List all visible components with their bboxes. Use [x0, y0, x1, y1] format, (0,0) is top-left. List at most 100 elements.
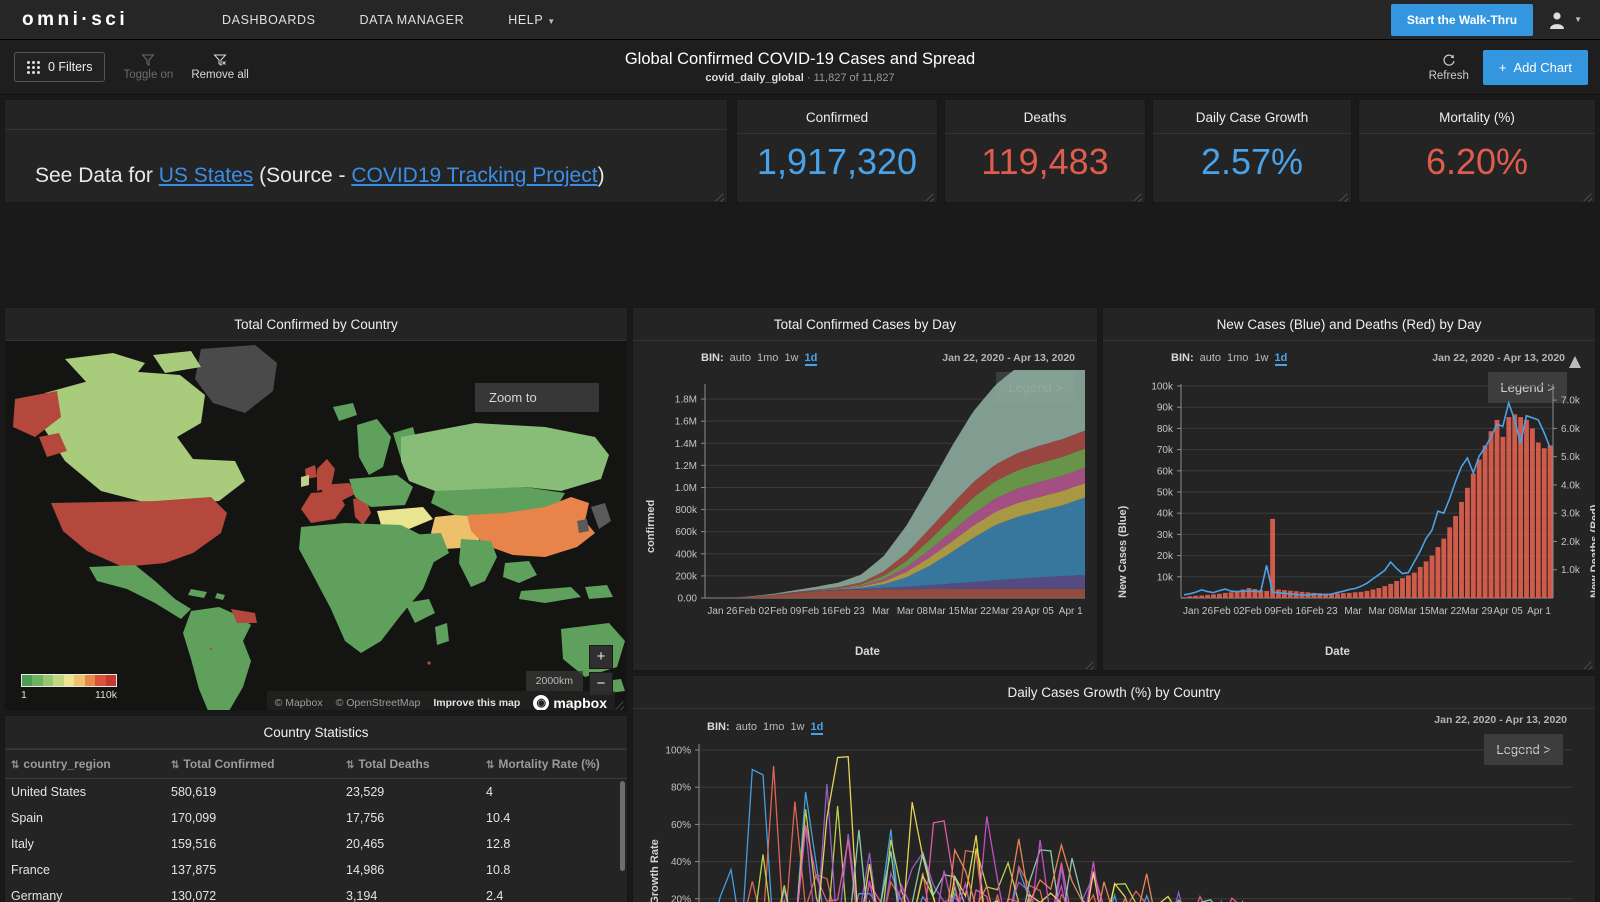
bin-1mo[interactable]: 1mo — [1227, 352, 1248, 364]
resize-handle[interactable] — [1581, 657, 1593, 669]
svg-text:70k: 70k — [1157, 445, 1174, 456]
chart3-date-range: Jan 22, 2020 - Apr 13, 2020 — [1434, 714, 1567, 726]
col-total-confirmed[interactable]: ⇅ Total Confirmed — [165, 749, 340, 779]
chart2-slider-handle-icon[interactable] — [1569, 356, 1581, 368]
svg-text:600k: 600k — [675, 527, 698, 538]
nav-help-label: HELP — [508, 12, 544, 27]
nav-dashboards[interactable]: DASHBOARDS — [200, 13, 338, 27]
bin-auto[interactable]: auto — [730, 352, 751, 364]
toggle-filters-button[interactable]: Toggle on — [123, 53, 173, 81]
kpi-value: 2.57% — [1200, 141, 1304, 182]
col-mortality-rate[interactable]: ⇅ Mortality Rate (%) — [480, 749, 627, 779]
chart3-y-axis-label: Daily Growth Rate — [649, 839, 661, 902]
map-scale-bar: 2000km — [525, 671, 583, 691]
dashboard-toolbar-right: Refresh + Add Chart — [1429, 49, 1588, 85]
bin-auto[interactable]: auto — [1200, 352, 1221, 364]
svg-text:200k: 200k — [675, 571, 698, 582]
svg-text:30k: 30k — [1157, 530, 1174, 541]
svg-text:Feb 23: Feb 23 — [834, 606, 866, 617]
remove-all-label: Remove all — [191, 69, 249, 81]
table-scroll-area[interactable]: United States 580,619 23,529 4 Spain 170,099 1… — [5, 779, 627, 902]
map-zoom-in-button[interactable]: + — [589, 645, 613, 669]
chart1-title: Total Confirmed Cases by Day — [633, 308, 1097, 341]
svg-text:Feb 09: Feb 09 — [770, 606, 802, 617]
table-cell: Spain — [11, 811, 43, 825]
bin-1w[interactable]: 1w — [1254, 352, 1268, 364]
svg-text:50k: 50k — [1157, 488, 1174, 499]
bin-1mo[interactable]: 1mo — [763, 721, 784, 733]
chevron-down-icon: ▼ — [1574, 15, 1582, 24]
bin-label: BIN: — [707, 721, 730, 733]
filters-label: 0 Filters — [48, 60, 93, 74]
svg-text:Jan 26: Jan 26 — [1183, 606, 1213, 617]
bin-1d[interactable]: 1d — [810, 721, 824, 735]
resize-handle[interactable] — [1083, 657, 1095, 669]
table-row[interactable]: United States 580,619 23,529 4 — [5, 779, 627, 805]
table-cell: 14,986 — [346, 863, 385, 877]
remove-all-filters-button[interactable]: Remove all — [191, 53, 249, 81]
table-row[interactable]: Italy 159,516 20,465 12.8 — [5, 831, 627, 857]
legend-swatch — [22, 675, 33, 686]
bin-1d[interactable]: 1d — [1274, 352, 1288, 366]
openstreetmap-attrib[interactable]: © OpenStreetMap — [336, 697, 421, 709]
svg-text:1.0M: 1.0M — [675, 483, 697, 494]
svg-text:Mar 15: Mar 15 — [929, 606, 961, 617]
user-menu[interactable]: ▼ — [1547, 10, 1590, 30]
chart1-x-axis-label: Date — [855, 646, 880, 658]
chart2-bin-selector: BIN: auto 1mo 1w 1d — [1171, 352, 1288, 366]
bin-auto[interactable]: auto — [736, 721, 757, 733]
svg-text:5.0k: 5.0k — [1561, 452, 1581, 463]
improve-map-link[interactable]: Improve this map — [433, 697, 520, 709]
legend-max-label: 110k — [95, 689, 117, 701]
nav-data-manager[interactable]: DATA MANAGER — [338, 13, 487, 27]
refresh-button[interactable]: Refresh — [1429, 53, 1469, 82]
source-prefix: See Data for — [35, 164, 159, 187]
add-chart-button[interactable]: + Add Chart — [1482, 49, 1588, 85]
svg-text:Mar: Mar — [872, 606, 890, 617]
mapbox-attrib[interactable]: © Mapbox — [275, 697, 323, 709]
table-cell: 4 — [486, 785, 493, 799]
svg-text:Apr 05: Apr 05 — [1493, 606, 1523, 617]
table-row[interactable]: Spain 170,099 17,756 10.4 — [5, 805, 627, 831]
nav-help[interactable]: HELP ▼ — [486, 13, 578, 27]
bin-1w[interactable]: 1w — [790, 721, 804, 733]
bin-1d[interactable]: 1d — [804, 352, 818, 366]
source-text: See Data for US States (Source - COVID19… — [5, 130, 727, 188]
resize-handle[interactable] — [713, 189, 725, 201]
svg-text:7.0k: 7.0k — [1561, 396, 1581, 407]
covid19-tracking-project-link[interactable]: COVID19 Tracking Project — [351, 164, 597, 187]
table-scrollbar-thumb[interactable] — [620, 781, 625, 871]
bin-1mo[interactable]: 1mo — [757, 352, 778, 364]
user-avatar-icon — [1550, 11, 1565, 29]
resize-handle[interactable] — [1337, 189, 1349, 201]
resize-handle[interactable] — [923, 189, 935, 201]
col-country-region[interactable]: ⇅ country_region — [5, 749, 165, 779]
dashboard-toolbar: 0 Filters Toggle on Remove all Global Co… — [0, 40, 1600, 95]
bin-1w[interactable]: 1w — [784, 352, 798, 364]
svg-text:40%: 40% — [671, 857, 691, 868]
table-row[interactable]: France 137,875 14,986 10.8 — [5, 857, 627, 883]
svg-text:1.6M: 1.6M — [675, 417, 697, 428]
chart3-plot[interactable]: 0%20%40%60%80%100%Jan 26Feb 02Feb 09Feb … — [633, 734, 1596, 902]
resize-handle[interactable] — [1131, 189, 1143, 201]
legend-swatch — [95, 675, 106, 686]
source-panel-header — [5, 100, 727, 130]
table-row[interactable]: Germany 130,072 3,194 2.4 — [5, 883, 627, 902]
dashboard-grid: See Data for US States (Source - COVID19… — [0, 95, 1600, 902]
chart1-y-axis-label: confirmed — [645, 499, 657, 553]
chart1-plot[interactable]: 0.00 200k 400k 600k 800k 1.0M 1.2M 1.4M 1.6M 1.8M… — [633, 370, 1098, 660]
svg-text:Apr 1: Apr 1 — [1527, 606, 1551, 617]
start-walkthru-button[interactable]: Start the Walk-Thru — [1390, 3, 1534, 36]
resize-handle[interactable] — [1581, 189, 1593, 201]
sort-icon: ⇅ — [486, 760, 495, 771]
kpi-confirmed: Confirmed 1,917,320 — [736, 99, 938, 203]
filters-button[interactable]: 0 Filters — [14, 52, 106, 82]
bin-label: BIN: — [1171, 352, 1194, 364]
chart2-plot[interactable]: 10k 20k 30k 40k 50k 60k 70k 80k 90k 100k 1.0k 2.0k 3… — [1103, 370, 1596, 660]
chart2-x-axis-label: Date — [1325, 646, 1350, 658]
choropleth-map[interactable]: Zoom to + − 2000km © Mapbox © OpenStreet… — [5, 341, 627, 710]
us-states-link[interactable]: US States — [159, 164, 254, 187]
resize-handle[interactable] — [613, 697, 625, 709]
zoom-to-control[interactable]: Zoom to — [475, 383, 599, 412]
col-total-deaths[interactable]: ⇅ Total Deaths — [340, 749, 480, 779]
